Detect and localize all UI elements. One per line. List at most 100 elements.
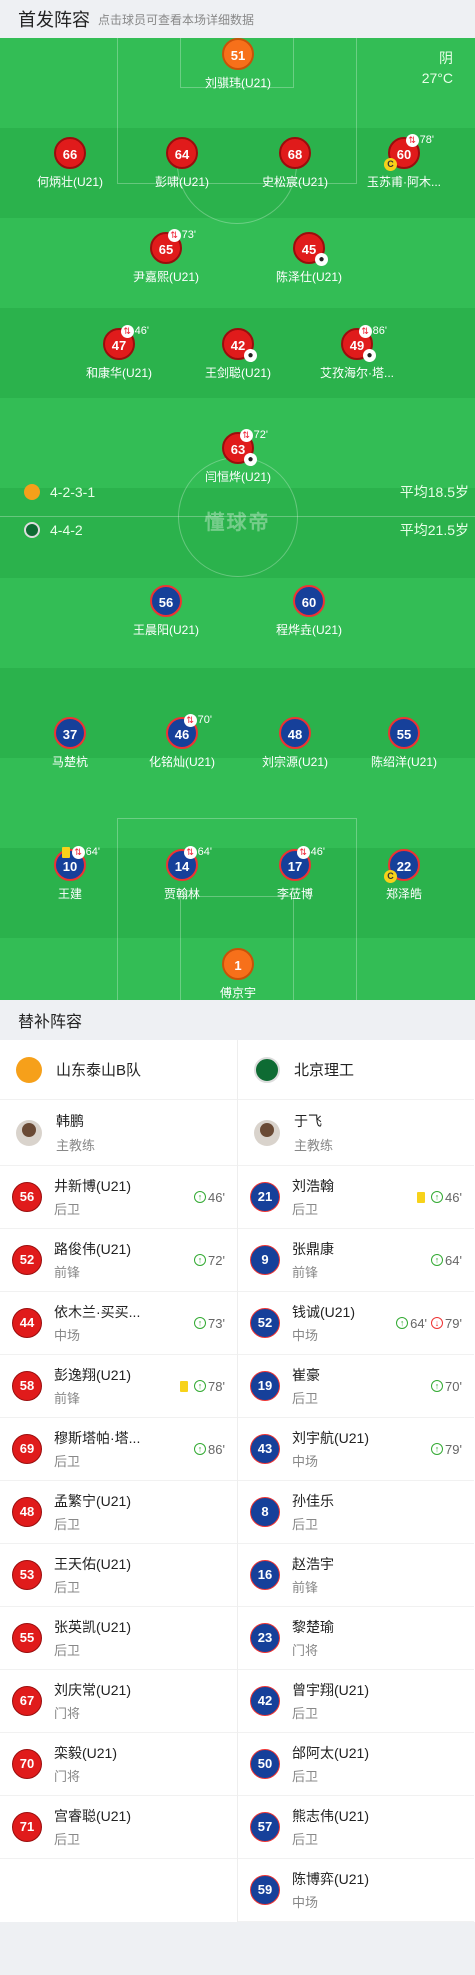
player-info: 孙佳乐 后卫 xyxy=(292,1491,462,1533)
player-name: 刘浩翰 xyxy=(292,1178,334,1194)
player-name: 傅京宇 xyxy=(219,986,256,1000)
player-name: 宫睿聪(U21) xyxy=(54,1808,132,1824)
pitch-player-home[interactable]: 68 史松宸(U21) xyxy=(235,137,355,190)
player-name: 张英凯(U21) xyxy=(54,1619,132,1635)
player-name: 王剑聪(U21) xyxy=(204,366,271,380)
bench-row[interactable]: 52 钱诚(U21) 中场 ↑ 64' ↓ 79' xyxy=(238,1292,474,1355)
player-number: 42 xyxy=(250,1686,280,1716)
bench-row[interactable]: 55 张英凯(U21) 后卫 xyxy=(0,1607,237,1670)
player-name: 钱诚(U21) xyxy=(292,1304,356,1320)
pitch-player-home[interactable]: 63 ⇅ 72' ● 闫恒烨(U21) xyxy=(178,428,298,485)
player-number: 63 ⇅ 72' ● xyxy=(222,428,268,466)
player-number: 60 ⇅ 78' C xyxy=(384,133,434,171)
bench-row[interactable]: 56 井新博(U21) 后卫 ↑ 46' xyxy=(0,1166,237,1229)
sub-in-minute: 64' xyxy=(410,1315,428,1331)
pitch-player-away[interactable]: 37 马楚杭 xyxy=(10,717,130,770)
bench-row[interactable]: 21 刘浩翰 后卫 ↑ 46' xyxy=(238,1166,474,1229)
sub-in-minute: 72' xyxy=(208,1252,225,1268)
player-position: 门将 xyxy=(54,1706,81,1721)
player-position: 后卫 xyxy=(292,1517,319,1532)
captain-icon: C xyxy=(384,870,397,883)
player-name: 黎楚瑜 xyxy=(292,1619,334,1635)
player-name: 彭逸翔(U21) xyxy=(54,1367,132,1383)
player-events: ⇅ 46' xyxy=(296,845,325,859)
bench-row[interactable]: 43 刘宇航(U21) 中场 ↑ 79' xyxy=(238,1418,474,1481)
bench-row[interactable]: 16 赵浩宇 前锋 xyxy=(238,1544,474,1607)
pitch-player-away[interactable]: 10 ⇅ 64' 王建 xyxy=(10,845,130,902)
player-number: 9 xyxy=(250,1245,280,1275)
pitch-player-home[interactable]: 42 ● 王剑聪(U21) xyxy=(178,328,298,381)
bench-row[interactable]: 50 邰阿太(U21) 后卫 xyxy=(238,1733,474,1796)
bench-row[interactable]: 69 穆斯塔帕·塔... 后卫 ↑ 86' xyxy=(0,1418,237,1481)
bench-row[interactable]: 8 孙佳乐后卫 xyxy=(238,1481,474,1544)
pitch-player-away[interactable]: 1 傅京宇 xyxy=(178,948,298,1000)
bench-row[interactable]: 59 陈博弈(U21) 中场 xyxy=(238,1859,474,1922)
player-position: 前锋 xyxy=(54,1391,81,1406)
pitch-player-away[interactable]: 22 C 郑泽皓 xyxy=(344,849,464,902)
pitch-player-home[interactable]: 51 刘骐玮(U21) xyxy=(178,38,298,91)
player-events: ↑ 73' xyxy=(194,1316,225,1331)
bench-row[interactable]: 52 路俊伟(U21) 前锋 ↑ 72' xyxy=(0,1229,237,1292)
away-coach[interactable]: 于飞 主教练 xyxy=(238,1100,474,1166)
bench-row[interactable]: 57 熊志伟(U21) 后卫 xyxy=(238,1796,474,1859)
player-position: 门将 xyxy=(54,1769,81,1784)
player-info: 熊志伟(U21) 后卫 xyxy=(292,1806,462,1848)
pitch-player-away[interactable]: 56 王晨阳(U21) xyxy=(106,585,226,638)
player-info: 井新博(U21) 后卫 xyxy=(54,1176,194,1218)
pitch-player-home[interactable]: 49 ⇅ 86' ● 艾孜海尔·塔... xyxy=(297,324,417,381)
player-name: 孙佳乐 xyxy=(292,1493,334,1509)
pitch-player-away[interactable]: 14 ⇅ 64' 贾翰林 xyxy=(122,845,242,902)
bench-row[interactable]: 19 崔豪 后卫 ↑ 70' xyxy=(238,1355,474,1418)
pitch-player-away[interactable]: 55 陈绍洋(U21) xyxy=(344,717,464,770)
player-name: 曾宇翔(U21) xyxy=(292,1682,370,1698)
player-name: 邰阿太(U21) xyxy=(292,1745,370,1761)
home-coach-name: 韩鹏 xyxy=(56,1113,84,1129)
pitch-player-home[interactable]: 47 ⇅ 46' 和康华(U21) xyxy=(59,324,179,381)
bench-title: 替补阵容 xyxy=(18,1014,83,1031)
sub-minute: 70' xyxy=(197,714,212,726)
home-coach-role: 主教练 xyxy=(56,1138,96,1153)
player-events: ⇅ 46' xyxy=(120,324,149,338)
pitch-player-home[interactable]: 64 彭啸(U21) xyxy=(122,137,242,190)
player-name: 张鼎康 xyxy=(292,1241,334,1257)
player-number: 46 ⇅ 70' xyxy=(166,713,212,749)
home-coach[interactable]: 韩鹏 主教练 xyxy=(0,1100,237,1166)
player-number: 8 xyxy=(250,1497,280,1527)
bench-row[interactable]: 71 宫睿聪(U21) 后卫 xyxy=(0,1796,237,1859)
pitch-player-home[interactable]: 65 ⇅ 73' 尹嘉熙(U21) xyxy=(106,228,226,285)
bench-row[interactable]: 58 彭逸翔(U21) 前锋 ↑ 78' xyxy=(0,1355,237,1418)
player-events: ⇅ 70' xyxy=(183,713,212,727)
player-number: 56 xyxy=(12,1182,42,1212)
bench-row[interactable]: 9 张鼎康 前锋 ↑ 64' xyxy=(238,1229,474,1292)
goal-ball-icon: ● xyxy=(315,253,328,266)
pitch-player-away[interactable]: 46 ⇅ 70' 化铭灿(U21) xyxy=(122,713,242,770)
bench-row[interactable]: 23 黎楚瑜 门将 xyxy=(238,1607,474,1670)
yellow-card-icon xyxy=(417,1191,426,1203)
player-position: 门将 xyxy=(292,1643,319,1658)
bench-row[interactable]: 67 刘庆常(U21) 门将 xyxy=(0,1670,237,1733)
player-name: 郑泽皓 xyxy=(385,887,422,901)
pitch-player-home[interactable]: 45 ● 陈泽仕(U21) xyxy=(249,232,369,285)
bench-row[interactable]: 70 栾毅(U21) 门将 xyxy=(0,1733,237,1796)
home-bench-team[interactable]: 山东泰山B队 xyxy=(0,1040,237,1100)
away-bench-team[interactable]: 北京理工 xyxy=(238,1040,474,1100)
away-coach-role: 主教练 xyxy=(294,1138,334,1153)
player-number: 45 ● xyxy=(293,232,328,266)
pitch-player-home[interactable]: 60 ⇅ 78' C 玉苏甫·阿木... xyxy=(344,133,464,190)
bench-row[interactable]: 48 孟繁宁(U21) 后卫 xyxy=(0,1481,237,1544)
bench-row[interactable]: 42 曾宇翔(U21) 后卫 xyxy=(238,1670,474,1733)
player-name: 崔豪 xyxy=(292,1367,320,1383)
bench-row[interactable]: 44 依木兰·买买... 中场 ↑ 73' xyxy=(0,1292,237,1355)
sub-in-minute: 79' xyxy=(445,1441,462,1457)
pitch-player-away[interactable]: 60 程烨垚(U21) xyxy=(249,585,369,638)
player-number: 70 xyxy=(12,1749,42,1779)
pitch-player-home[interactable]: 66 何炳壮(U21) xyxy=(10,137,130,190)
sub-in-icon: ↑ xyxy=(194,1317,207,1329)
player-events: ↑ 78' xyxy=(180,1379,225,1394)
bench-row[interactable]: 53 王天佑(U21) 后卫 xyxy=(0,1544,237,1607)
pitch-player-away[interactable]: 17 ⇅ 46' 李莅博 xyxy=(235,845,355,902)
player-name: 陈绍洋(U21) xyxy=(370,755,437,769)
player-name: 化铭灿(U21) xyxy=(148,755,215,769)
pitch-player-away[interactable]: 48 刘宗源(U21) xyxy=(235,717,355,770)
player-name: 马楚杭 xyxy=(51,755,88,769)
